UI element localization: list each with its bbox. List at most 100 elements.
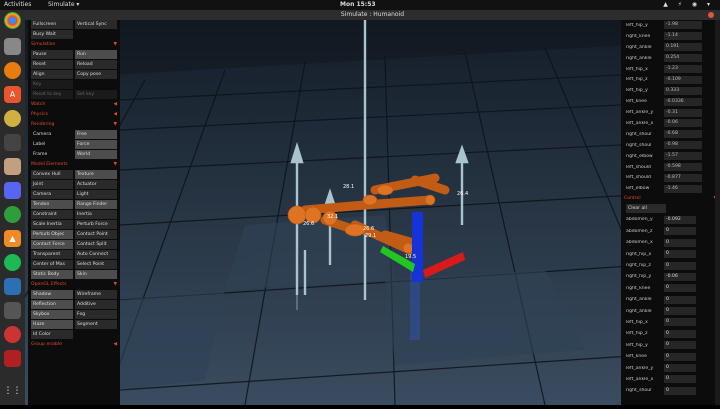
skin-toggle[interactable]: Skin [75,270,117,279]
joint-value[interactable]: -1.46 [664,184,702,193]
store-icon[interactable]: A [4,86,21,103]
app2-icon[interactable] [4,302,21,319]
control-slider[interactable]: 0 [664,364,696,373]
auto-connect-toggle[interactable]: Auto Connect [75,250,117,259]
control-slider[interactable]: 0 [664,261,696,270]
simulation-viewport[interactable]: 26.4 28.1 32.1 26.6 26.6 29.1 19.5 [0,20,720,406]
control-slider[interactable]: 0 [664,341,696,350]
joint-value[interactable]: -0.06 [664,119,702,128]
center-of-mass-toggle[interactable]: Center of Mas [31,260,73,269]
section-group-enable[interactable]: Group enable ◀ [28,341,120,349]
segment-toggle[interactable]: Segment [75,320,117,329]
skybox-toggle[interactable]: Skybox [31,310,73,319]
joint-toggle[interactable]: Joint [31,180,73,189]
label-select[interactable]: Force [75,140,117,149]
joint-value[interactable]: -1.57 [664,152,702,161]
right-panel-scrollbar[interactable] [715,20,720,405]
control-slider[interactable]: 0 [664,352,696,361]
spotify-icon[interactable] [4,254,21,271]
contact-point-toggle[interactable]: Contact Point [75,230,117,239]
joint-value[interactable]: -0.98 [664,141,702,150]
app-menu[interactable]: Simulate ▾ [48,0,79,10]
static-body-toggle[interactable]: Static Body [31,270,73,279]
close-window-icon[interactable] [708,12,714,18]
discord-icon[interactable] [4,182,21,199]
contact-split-toggle[interactable]: Contact Split [75,240,117,249]
browser-icon[interactable] [4,326,21,343]
code-icon[interactable] [4,134,21,151]
section-rendering[interactable]: Rendering ▼ [28,121,120,129]
wireframe-toggle[interactable]: Wireframe [75,290,117,299]
camera-toggle[interactable]: Camera [31,190,73,199]
contact-force-toggle[interactable]: Contact Force [31,240,73,249]
section-model-elements[interactable]: Model Elements ▼ [28,161,120,169]
virtualbox-icon[interactable] [4,278,21,295]
reload-button[interactable]: Reload [75,60,117,69]
run-button[interactable]: Run [75,50,117,59]
joint-value[interactable]: 0.191 [664,43,702,52]
set-key-button[interactable]: Set key [75,90,117,99]
control-slider[interactable]: -0.092 [664,215,696,224]
additive-toggle[interactable]: Additive [75,300,117,309]
system-tray[interactable]: ▲ ⚡ ◉ ▾ [663,0,714,10]
pycharm-icon[interactable] [4,206,21,223]
activities-button[interactable]: Activities [4,0,31,10]
perturb-force-toggle[interactable]: Perturb Force [75,220,117,229]
light-toggle[interactable]: Light [75,190,117,199]
joint-value[interactable]: -1.14 [664,32,702,41]
tendon-toggle[interactable]: Tendon [31,200,73,209]
joint-value[interactable]: 0.254 [664,54,702,63]
joint-value[interactable]: -1.23 [664,65,702,73]
fullscreen-button[interactable]: Fullscreen [31,20,73,29]
actuator-toggle[interactable]: Actuator [75,180,117,189]
control-slider[interactable]: 0 [664,318,696,327]
copy-pose-button[interactable]: Copy pose [75,70,117,79]
reset-to-key-button[interactable]: Reset to key [31,90,73,99]
section-simulation[interactable]: Simulation ▼ [28,41,120,49]
blender-icon[interactable] [4,62,21,79]
simulate-icon[interactable] [4,350,21,367]
section-control[interactable]: Control▼ [621,194,720,203]
transparent-toggle[interactable]: Transparent [31,250,73,259]
pause-button[interactable]: Pause [31,50,73,59]
key-slider[interactable]: Key [31,80,73,89]
select-point-toggle[interactable]: Select Point [75,260,117,269]
scale-inertia-toggle[interactable]: Scale Inertia [31,220,73,229]
joint-value[interactable]: -0.109 [664,75,702,84]
section-opengl-effects[interactable]: OpenGL Effects ▼ [28,281,120,289]
joint-value[interactable]: 0.333 [664,86,702,95]
clear-all-button[interactable]: Clear all [626,204,666,214]
control-slider[interactable]: 0 [664,284,696,293]
app-icon[interactable] [4,158,21,175]
perturb-object-toggle[interactable]: Perturb Objec [31,230,73,239]
busy-wait-button[interactable]: Busy Wait [31,30,73,39]
joint-value[interactable]: -1.98 [664,21,702,30]
frame-select[interactable]: World [75,150,117,159]
convex-hull-toggle[interactable]: Convex Hull [31,170,73,179]
vlc-icon[interactable]: ▲ [4,230,21,247]
align-button[interactable]: Align [31,70,73,79]
control-slider[interactable]: 0 [664,329,696,338]
range-finder-toggle[interactable]: Range Finder [75,200,117,209]
control-slider[interactable]: 0 [664,250,696,259]
joint-value[interactable]: -0.877 [664,173,702,182]
joint-value[interactable]: -0.31 [664,108,702,117]
section-watch[interactable]: Watch ◀ [28,101,120,109]
id-color-toggle[interactable]: Id Color [31,330,73,339]
joint-value[interactable]: -0.0336 [664,97,702,106]
reset-button[interactable]: Reset [31,60,73,69]
control-slider[interactable]: 0 [664,375,696,384]
joint-value[interactable]: -0.68 [664,130,702,139]
control-slider[interactable]: -0.06 [664,272,696,281]
control-slider[interactable]: 0 [664,386,696,395]
constraint-toggle[interactable]: Constraint [31,210,73,219]
haze-toggle[interactable]: Haze [31,320,73,329]
vertical-sync-button[interactable]: Vertical Sync [75,20,117,29]
reflection-toggle[interactable]: Reflection [31,300,73,309]
control-slider[interactable]: 0 [664,238,696,247]
inertia-toggle[interactable]: Inertia [75,210,117,219]
control-slider[interactable]: 0 [664,307,696,316]
control-slider[interactable]: 0 [664,295,696,304]
chrome-icon[interactable] [4,12,21,29]
fog-toggle[interactable]: Fog [75,310,117,319]
